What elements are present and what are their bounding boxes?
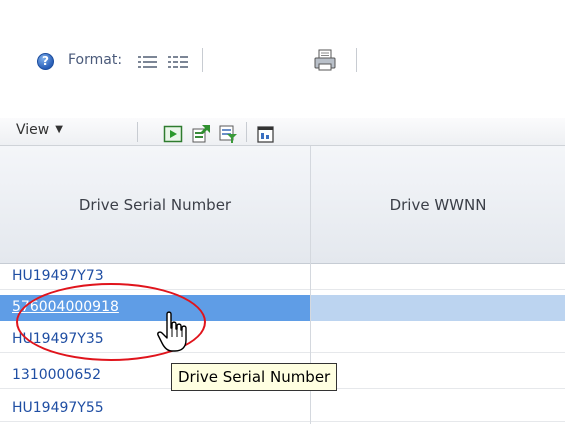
tooltip: Drive Serial Number <box>171 363 338 391</box>
list-format-icon[interactable] <box>138 55 158 69</box>
print-icon[interactable] <box>313 48 337 72</box>
toolbar-separator <box>356 48 357 72</box>
chevron-down-icon: ▼ <box>55 124 63 135</box>
drive-serial-link[interactable]: HU19497Y55 <box>12 400 104 416</box>
column-header-drive-serial-number[interactable]: Drive Serial Number <box>0 146 310 264</box>
export-icon[interactable] <box>191 124 211 144</box>
help-icon[interactable]: ? <box>37 53 54 70</box>
detailed-list-format-icon[interactable] <box>168 55 188 69</box>
toolbar-separator <box>137 122 138 142</box>
hand-cursor-icon <box>157 311 187 352</box>
toolbar-separator <box>202 48 203 72</box>
detach-icon[interactable] <box>256 124 276 144</box>
column-header-drive-wwnn[interactable]: Drive WWNN <box>311 146 565 264</box>
view-menu-button[interactable]: View ▼ <box>16 122 134 142</box>
table-row[interactable]: HU19497Y55 <box>0 396 565 422</box>
toolbar-separator <box>246 122 247 142</box>
format-label: Format: <box>68 52 123 68</box>
run-icon[interactable] <box>163 124 183 144</box>
drive-serial-link[interactable]: 1310000652 <box>12 367 101 383</box>
view-menu-label: View <box>16 122 50 138</box>
filter-icon[interactable] <box>218 124 238 144</box>
drive-serial-link[interactable]: HU19497Y73 <box>12 268 104 284</box>
selected-cell <box>311 295 565 321</box>
